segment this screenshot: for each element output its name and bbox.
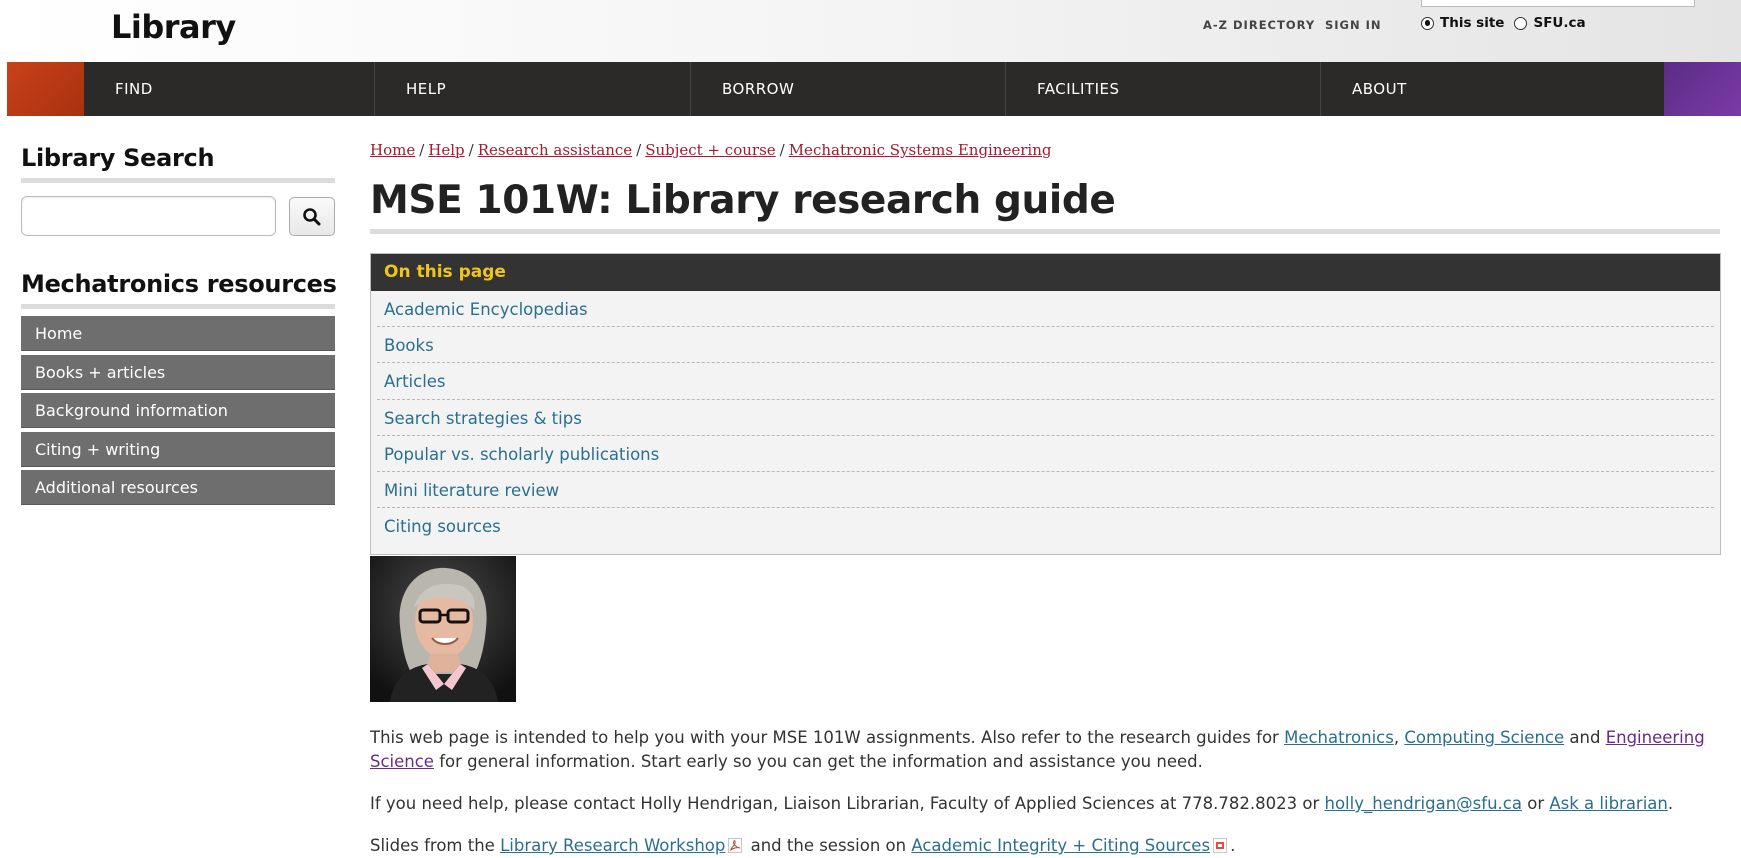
contact-paragraph: If you need help, please contact Holly H… xyxy=(370,792,1730,816)
nav-about[interactable]: ABOUT xyxy=(1320,62,1407,116)
nav-help[interactable]: HELP xyxy=(374,62,446,116)
toc-link-mini-literature-review[interactable]: Mini literature review xyxy=(384,481,559,500)
az-directory-link[interactable]: A-Z DIRECTORY xyxy=(1203,18,1315,32)
slides-text: Slides from the xyxy=(370,836,501,855)
breadcrumb-help[interactable]: Help xyxy=(428,141,464,159)
ask-a-librarian-link[interactable]: Ask a librarian xyxy=(1549,794,1668,813)
contact-text: or xyxy=(1521,794,1550,813)
intro-text: and xyxy=(1564,728,1606,747)
breadcrumb-home[interactable]: Home xyxy=(370,141,415,159)
scope-this-site-label: This site xyxy=(1440,15,1505,31)
breadcrumb: Home / Help / Research assistance / Subject + … xyxy=(370,141,1052,159)
sidebar-item-background-information[interactable]: Background information xyxy=(21,393,335,428)
library-search-button[interactable] xyxy=(289,197,335,236)
list-item: Academic Encyclopedias xyxy=(377,291,1714,328)
header-search-input[interactable] xyxy=(1421,0,1695,7)
sidebar-menu: Home Books + articles Background informa… xyxy=(21,316,335,509)
on-this-page-box: On this page Academic Encyclopedias Book… xyxy=(370,253,1721,555)
toc-link-academic-encyclopedias[interactable]: Academic Encyclopedias xyxy=(384,300,588,319)
list-item: Search strategies & tips xyxy=(377,400,1714,436)
contact-text: . xyxy=(1667,794,1674,813)
nav-accent-right xyxy=(1664,62,1741,116)
slides-text: and the session on xyxy=(745,836,912,855)
list-item: Popular vs. scholarly publications xyxy=(377,436,1714,472)
slides-text: . xyxy=(1230,836,1236,855)
pdf-icon xyxy=(1213,838,1228,853)
divider xyxy=(21,178,335,183)
sidebar-item-citing-writing[interactable]: Citing + writing xyxy=(21,431,335,467)
academic-integrity-link[interactable]: Academic Integrity + Citing Sources xyxy=(911,836,1210,855)
library-research-workshop-link[interactable]: Library Research Workshop xyxy=(500,836,725,855)
toc-link-citing-sources[interactable]: Citing sources xyxy=(384,517,501,536)
mechatronics-guide-link[interactable]: Mechatronics xyxy=(1284,728,1394,747)
nav-borrow[interactable]: BORROW xyxy=(690,62,794,116)
toc-link-articles[interactable]: Articles xyxy=(384,372,446,391)
toc-link-search-strategies[interactable]: Search strategies & tips xyxy=(384,409,582,428)
sidebar-item-home[interactable]: Home xyxy=(21,316,335,351)
nav-accent-left xyxy=(7,62,84,116)
list-item: Citing sources xyxy=(377,508,1714,544)
toc-list: Academic Encyclopedias Books Articles Se… xyxy=(371,291,1720,544)
library-search-input[interactable] xyxy=(21,196,276,236)
intro-text: This web page is intended to help you wi… xyxy=(370,728,1285,747)
breadcrumb-subject-course[interactable]: Subject + course xyxy=(645,141,775,159)
librarian-email-link[interactable]: holly_hendrigan@sfu.ca xyxy=(1325,794,1522,813)
scope-sfu-label: SFU.ca xyxy=(1533,15,1586,31)
divider xyxy=(21,304,335,309)
toc-link-books[interactable]: Books xyxy=(384,336,434,355)
on-this-page-heading: On this page xyxy=(371,254,1720,291)
pdf-icon xyxy=(728,838,743,853)
intro-text: for general information. Start early so … xyxy=(433,752,1203,771)
intro-paragraph: This web page is intended to help you wi… xyxy=(370,726,1730,774)
nav-facilities[interactable]: FACILITIES xyxy=(1005,62,1120,116)
nav-find[interactable]: FIND xyxy=(115,62,153,116)
slides-paragraph: Slides from the Library Research Worksho… xyxy=(370,834,1730,858)
sidebar-item-additional-resources[interactable]: Additional resources xyxy=(21,470,335,505)
list-item: Books xyxy=(377,327,1714,364)
library-search-heading: Library Search xyxy=(21,144,215,172)
scope-this-site-radio[interactable] xyxy=(1421,16,1434,30)
mechatronics-resources-heading: Mechatronics resources xyxy=(21,270,337,298)
site-brand[interactable]: Library xyxy=(111,8,236,46)
sidebar-item-books-articles[interactable]: Books + articles xyxy=(21,354,335,390)
contact-text: If you need help, please contact Holly H… xyxy=(370,794,1325,813)
breadcrumb-mechatronic-systems-engineering[interactable]: Mechatronic Systems Engineering xyxy=(789,141,1052,159)
search-icon xyxy=(303,207,321,225)
main-nav: FIND HELP BORROW FACILITIES ABOUT xyxy=(7,62,1741,116)
toc-link-popular-vs-scholarly[interactable]: Popular vs. scholarly publications xyxy=(384,445,659,464)
page-title: MSE 101W: Library research guide xyxy=(370,178,1116,223)
breadcrumb-research-assistance[interactable]: Research assistance xyxy=(478,141,632,159)
search-scope: This site SFU.ca xyxy=(1421,15,1586,31)
scope-sfu-radio[interactable] xyxy=(1514,16,1528,30)
intro-text: , xyxy=(1393,728,1405,747)
computing-science-guide-link[interactable]: Computing Science xyxy=(1404,728,1564,747)
list-item: Mini literature review xyxy=(377,472,1714,509)
librarian-photo xyxy=(370,556,516,702)
site-header: Library A-Z DIRECTORY SIGN IN This site … xyxy=(7,0,1741,62)
sign-in-link[interactable]: SIGN IN xyxy=(1325,18,1382,32)
divider xyxy=(370,229,1720,234)
list-item: Articles xyxy=(377,363,1714,400)
